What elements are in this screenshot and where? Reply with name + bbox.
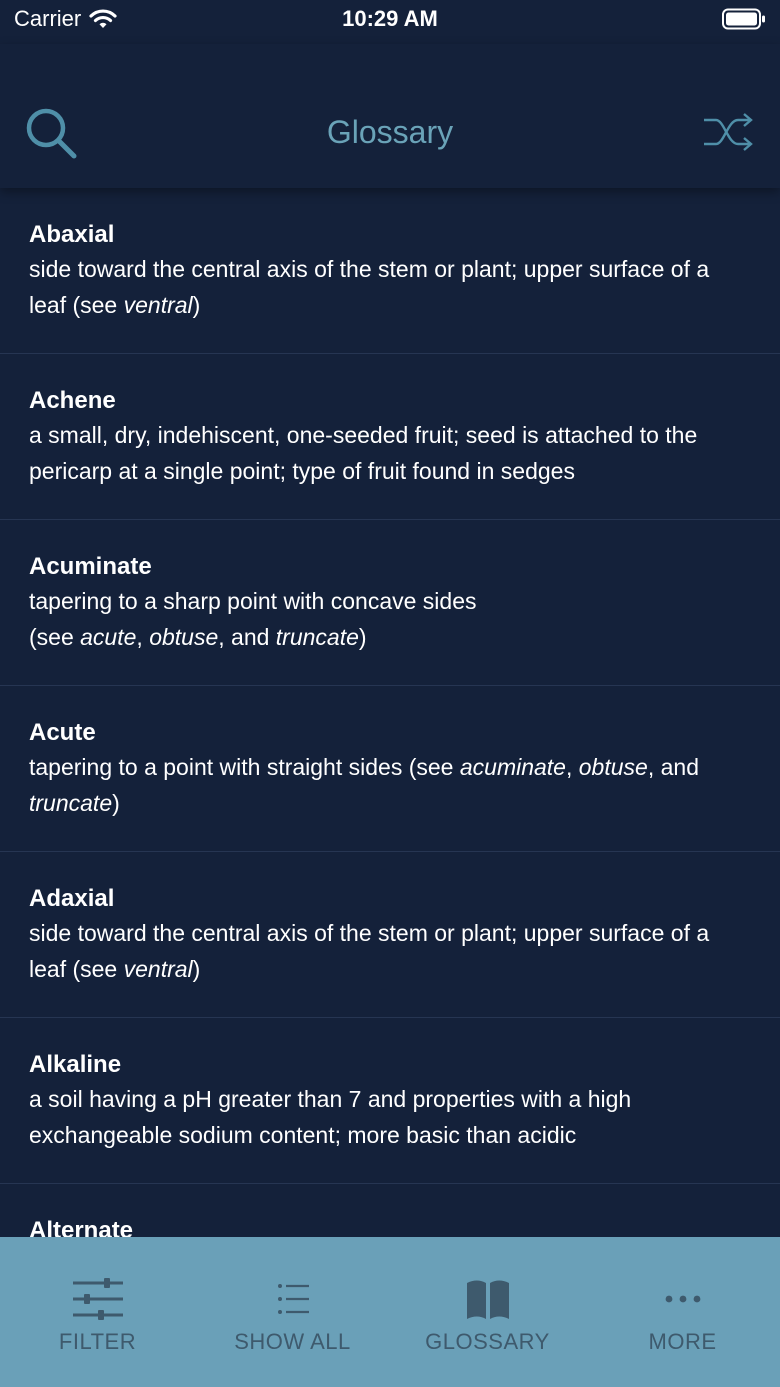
status-bar: Carrier 10:29 AM: [0, 0, 780, 44]
glossary-definition: a small, dry, indehiscent, one-seeded fr…: [29, 422, 698, 484]
tab-filter[interactable]: FILTER: [0, 1237, 195, 1387]
tab-glossary[interactable]: GLOSSARY: [390, 1237, 585, 1387]
sliders-icon: [72, 1278, 123, 1320]
glossary-definition: side toward the central axis of the stem…: [29, 920, 710, 982]
glossary-term: Acuminate: [29, 553, 152, 580]
tab-more[interactable]: MORE: [585, 1237, 780, 1387]
glossary-entry[interactable]: Abaxial side toward the central axis of …: [0, 188, 780, 354]
list-icon: [277, 1284, 309, 1314]
glossary-term: Alternate: [29, 1217, 134, 1237]
italic-term-reference: obtuse: [149, 624, 219, 650]
glossary-entry[interactable]: Adaxial side toward the central axis of …: [0, 852, 780, 1018]
glossary-entry[interactable]: Alkaline a soil having a pH greater than…: [0, 1018, 780, 1184]
glossary-term: Adaxial: [29, 885, 115, 912]
italic-term-reference: acuminate: [459, 754, 566, 780]
italic-term-reference: truncate: [275, 624, 359, 650]
tab-label: FILTER: [58, 1329, 137, 1354]
ellipsis-icon: [665, 1295, 700, 1303]
italic-term-reference: ventral: [123, 292, 193, 318]
tab-label: MORE: [648, 1329, 717, 1354]
glossary-entry[interactable]: Acuminate tapering to a sharp point with…: [0, 520, 780, 686]
italic-term-reference: acute: [80, 624, 137, 650]
glossary-definition: side toward the central axis of the stem…: [29, 256, 710, 318]
navigation-bar: Glossary: [0, 44, 780, 188]
tab-label: GLOSSARY: [425, 1329, 550, 1354]
italic-term-reference: ventral: [123, 956, 193, 982]
italic-term-reference: truncate: [29, 790, 113, 816]
glossary-list[interactable]: Abaxial side toward the central axis of …: [0, 188, 780, 1237]
glossary-term: Achene: [29, 387, 116, 414]
glossary-entry[interactable]: Alternate: [0, 1184, 780, 1237]
glossary-term: Acute: [29, 719, 96, 746]
glossary-entry[interactable]: Achene a small, dry, indehiscent, one-se…: [0, 354, 780, 520]
glossary-definition: a soil having a pH greater than 7 and pr…: [29, 1086, 632, 1148]
book-icon: [466, 1280, 509, 1319]
glossary-definition: tapering to a point with straight sides …: [29, 754, 699, 816]
tab-bar: FILTER SHOW ALL GLOSSARY MORE: [0, 1237, 780, 1387]
battery-icon: [722, 8, 765, 30]
glossary-term: Abaxial: [29, 221, 115, 248]
glossary-term: Alkaline: [29, 1051, 122, 1078]
page-title: Glossary: [326, 114, 454, 150]
glossary-definition: tapering to a sharp point with concave s…: [29, 588, 477, 650]
shuffle-icon[interactable]: [702, 112, 756, 152]
tab-label: SHOW ALL: [234, 1329, 351, 1354]
italic-term-reference: obtuse: [578, 754, 648, 780]
glossary-entry[interactable]: Acute tapering to a point with straight …: [0, 686, 780, 852]
status-time: 10:29 AM: [342, 6, 438, 31]
tab-show-all[interactable]: SHOW ALL: [195, 1237, 390, 1387]
